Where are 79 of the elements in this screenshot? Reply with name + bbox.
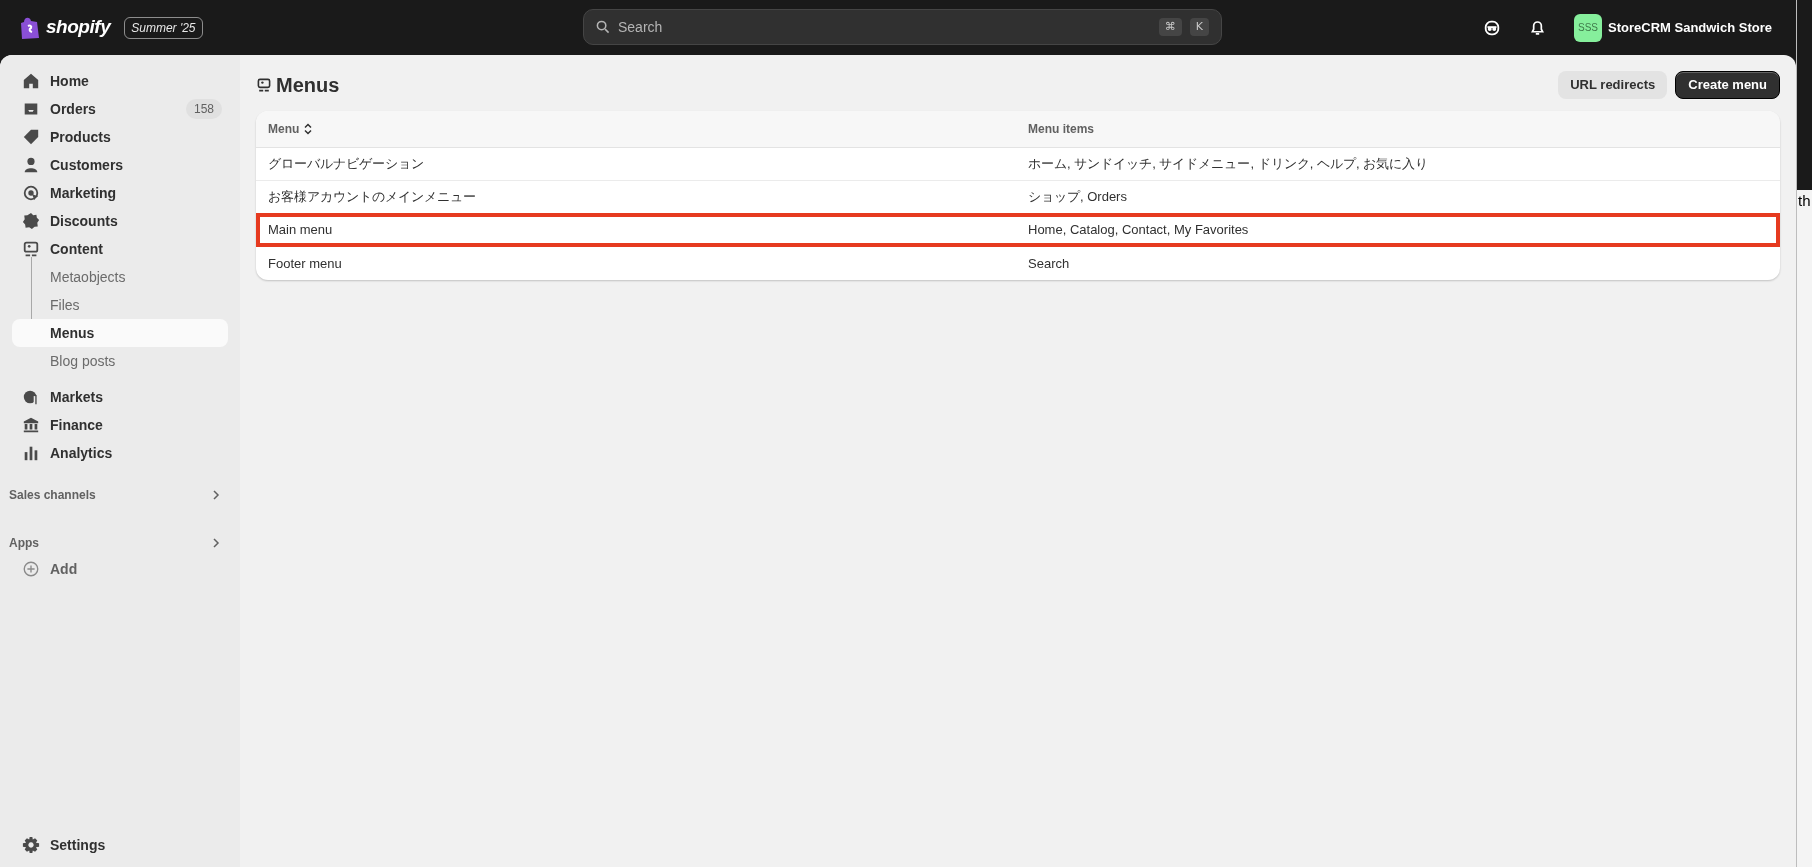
nav-item[interactable]: Content bbox=[12, 235, 228, 263]
nav-item[interactable]: Metaobjects bbox=[12, 263, 228, 291]
search-bar[interactable]: Search ⌘ K bbox=[583, 9, 1222, 45]
table-row[interactable]: Main menu Home, Catalog, Contact, My Favorites bbox=[256, 214, 1780, 247]
table-cell-text: お客様アカウントのメインメニュー bbox=[267, 188, 477, 207]
bank-icon bbox=[22, 416, 40, 434]
nav-label: Finance bbox=[50, 415, 103, 435]
bar-chart-icon bbox=[22, 444, 40, 462]
search-field[interactable]: Search bbox=[618, 16, 1151, 38]
nav-label: Discounts bbox=[50, 211, 118, 231]
table-cell-text: グローバルナビゲーション bbox=[267, 155, 425, 174]
image-icon bbox=[256, 77, 272, 93]
section-heading[interactable]: Sales channels bbox=[9, 486, 96, 504]
nav-label: Marketing bbox=[50, 183, 117, 203]
nav-label: Home bbox=[50, 71, 89, 91]
nav-item[interactable]: Home bbox=[12, 67, 228, 95]
nav-item[interactable]: Marketing bbox=[12, 179, 228, 207]
table-row[interactable]: お客様アカウントのメインメニュー ショップ, Orders bbox=[256, 181, 1780, 214]
plus-icon bbox=[22, 560, 40, 578]
nav-label: Customers bbox=[50, 155, 124, 175]
store-name[interactable]: StoreCRM Sandwich Store bbox=[1608, 17, 1772, 38]
discount-icon bbox=[22, 212, 40, 230]
nav-label: Settings bbox=[50, 835, 106, 855]
section-heading[interactable]: Apps bbox=[9, 534, 39, 552]
table-cell-text: Search bbox=[1027, 254, 1071, 273]
table-cell-text: ホーム, サンドイッチ, サイドメニュー, ドリンク, ヘルプ, お気に入り bbox=[1027, 155, 1430, 174]
nav-label: Content bbox=[50, 239, 103, 259]
search-icon bbox=[596, 20, 610, 34]
tag-icon bbox=[22, 128, 40, 146]
nav-item[interactable]: Customers bbox=[12, 151, 228, 179]
nav-item[interactable]: Add bbox=[12, 555, 228, 583]
action-button[interactable]: URL redirects bbox=[1558, 71, 1668, 99]
table-row[interactable]: グローバルナビゲーション ホーム, サンドイッチ, サイドメニュー, ドリンク, ヘルプ, お気に入り bbox=[256, 148, 1780, 181]
nav-item[interactable]: Products bbox=[12, 123, 228, 151]
nav-label: Add bbox=[50, 559, 78, 579]
assistant-icon[interactable] bbox=[1483, 18, 1502, 37]
nav-label: Orders bbox=[50, 99, 96, 119]
table-cell-text: Footer menu bbox=[267, 254, 343, 273]
nav-item[interactable]: Analytics bbox=[12, 439, 228, 467]
nav-label: Menus bbox=[50, 323, 95, 343]
nav-item[interactable]: Menus bbox=[12, 319, 228, 347]
chevron-right-icon[interactable] bbox=[210, 537, 222, 549]
nav-item[interactable]: Discounts bbox=[12, 207, 228, 235]
nav-label: Analytics bbox=[50, 443, 113, 463]
nav-item[interactable]: Markets bbox=[12, 383, 228, 411]
settings-icon bbox=[22, 836, 40, 854]
sort-icon bbox=[303, 123, 314, 135]
window-text: th bbox=[1797, 191, 1812, 211]
image-icon bbox=[22, 240, 40, 258]
nav-label: Blog posts bbox=[50, 351, 116, 371]
table-cell-text: Home, Catalog, Contact, My Favorites bbox=[1027, 221, 1250, 240]
table-cell-text: Main menu bbox=[267, 221, 334, 240]
nav-item[interactable]: Settings bbox=[12, 831, 228, 859]
nav-item[interactable]: Finance bbox=[12, 411, 228, 439]
home-icon bbox=[22, 72, 40, 90]
store-avatar[interactable]: SSS bbox=[1574, 13, 1603, 42]
chevron-right-icon[interactable] bbox=[210, 489, 222, 501]
target-icon bbox=[22, 184, 40, 202]
notification-bell-icon[interactable] bbox=[1529, 19, 1547, 36]
column-header[interactable]: Menu items bbox=[1028, 120, 1094, 138]
nav-item[interactable]: Files bbox=[12, 291, 228, 319]
table-row[interactable]: Footer menu Search bbox=[256, 247, 1780, 280]
count-badge: 158 bbox=[185, 99, 222, 119]
nav-item[interactable]: Blog posts bbox=[12, 347, 228, 375]
nav-label: Products bbox=[50, 127, 111, 147]
action-button[interactable]: Create menu bbox=[1675, 71, 1780, 99]
nav-label: Markets bbox=[50, 387, 103, 407]
column-header[interactable]: Menu bbox=[268, 120, 314, 138]
page-title: Menus bbox=[276, 73, 340, 98]
table-cell-text: ショップ, Orders bbox=[1027, 188, 1128, 207]
nav-item[interactable]: Orders 158 bbox=[12, 95, 228, 123]
person-icon bbox=[22, 156, 40, 174]
bag-icon bbox=[20, 15, 40, 40]
nav-label: Files bbox=[50, 295, 80, 315]
shortcut-key: ⌘ bbox=[1158, 17, 1182, 37]
nav-label: Metaobjects bbox=[50, 267, 126, 287]
edition-badge: Summer '25 bbox=[124, 16, 203, 39]
shortcut-key: K bbox=[1189, 17, 1209, 37]
logo-wordmark[interactable]: shopify bbox=[46, 13, 111, 42]
